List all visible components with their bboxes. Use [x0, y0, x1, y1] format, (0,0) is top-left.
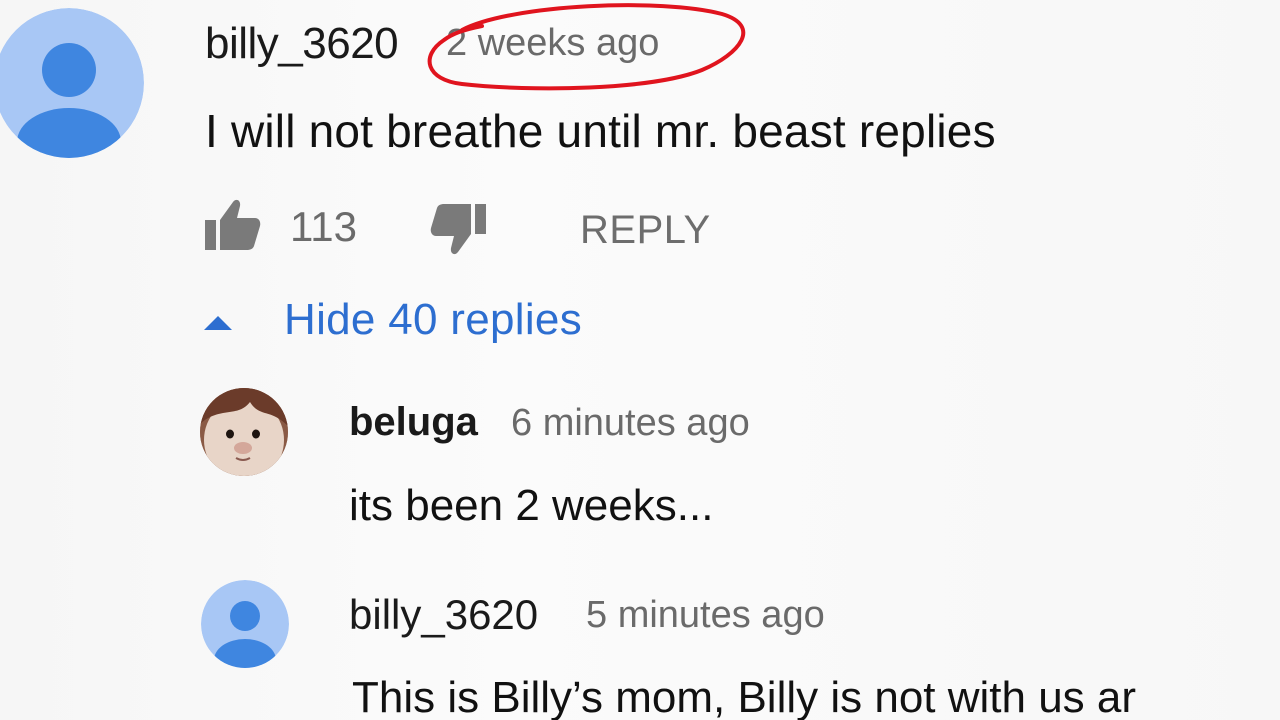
highlight-circle-annotation	[427, 3, 746, 91]
avatar[interactable]	[0, 8, 144, 158]
caret-up-icon[interactable]	[202, 312, 234, 332]
reply-button[interactable]: REPLY	[580, 210, 711, 250]
comment-author[interactable]: billy_3620	[205, 22, 399, 66]
thumbs-down-icon[interactable]	[430, 202, 488, 258]
avatar[interactable]	[200, 388, 288, 476]
reply-author[interactable]: billy_3620	[349, 594, 538, 636]
like-count: 113	[290, 203, 357, 250]
default-person-avatar-icon	[0, 8, 144, 158]
hide-replies-toggle[interactable]: Hide 40 replies	[284, 298, 582, 342]
comment-text: I will not breathe until mr. beast repli…	[205, 105, 996, 157]
reply-text: This is Billy’s mom, Billy is not with u…	[352, 673, 1137, 720]
reply-author[interactable]: beluga	[349, 402, 478, 442]
beluga-cat-avatar	[200, 388, 288, 476]
reply-text: its been 2 weeks...	[349, 481, 714, 530]
reply-timestamp[interactable]: 5 minutes ago	[586, 596, 825, 634]
comment-thread: billy_3620 2 weeks ago I will not breath…	[0, 0, 1280, 720]
thumbs-up-icon[interactable]	[203, 196, 261, 252]
default-person-avatar-icon	[201, 580, 289, 668]
avatar[interactable]	[201, 580, 289, 668]
reply-timestamp[interactable]: 6 minutes ago	[511, 404, 750, 442]
